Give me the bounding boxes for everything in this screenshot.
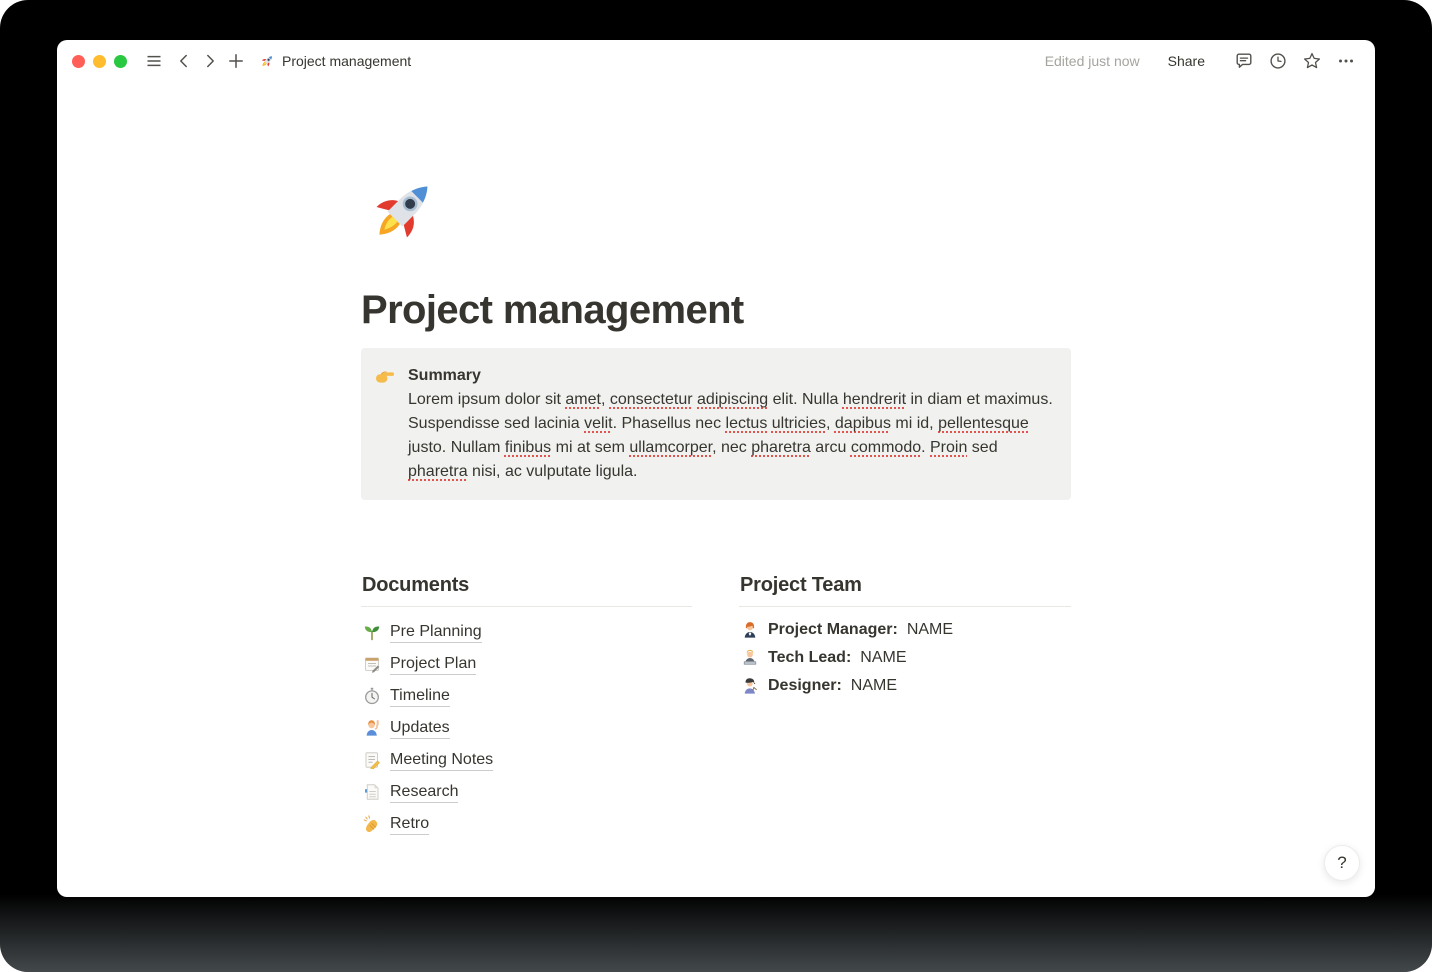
misspelled-word: velit: [584, 415, 612, 432]
misspelled-word: amet: [565, 391, 601, 408]
seedling-emoji: [363, 623, 381, 641]
misspelled-word: pellentesque: [938, 415, 1029, 432]
chevron-left-icon: [175, 52, 193, 70]
misspelled-word: dapibus: [835, 415, 891, 432]
document-link-updates[interactable]: Updates: [361, 712, 692, 744]
summary-callout[interactable]: Summary Lorem ipsum dolor sit amet, cons…: [361, 348, 1071, 500]
team-member-row: Designer: NAME: [739, 672, 1071, 700]
callout-paragraph: Lorem ipsum dolor sit amet, consectetur …: [408, 388, 1055, 484]
misspelled-word: adipiscing: [697, 391, 768, 408]
comment-icon: [1234, 51, 1254, 71]
breadcrumb[interactable]: Project management: [259, 53, 411, 69]
history-button[interactable]: [1265, 48, 1291, 74]
sidebar-menu-button[interactable]: [141, 48, 167, 74]
clapping-hands-emoji: [363, 815, 381, 833]
document-link-label: Meeting Notes: [390, 749, 493, 771]
rocket-emoji: [259, 53, 275, 69]
document-link-research[interactable]: Research: [361, 776, 692, 808]
columns: Documents Pre Planning Project Plan Timeli…: [361, 574, 1071, 840]
document-link-label: Research: [390, 781, 458, 803]
minimize-window-button[interactable]: [93, 55, 106, 68]
more-options-button[interactable]: [1333, 48, 1359, 74]
page-body: Project management Summary Lorem ipsum d…: [361, 82, 1071, 840]
woman-office-worker-emoji: [741, 621, 759, 639]
memo-emoji: [363, 751, 381, 769]
rocket-emoji[interactable]: [362, 170, 442, 250]
zoom-window-button[interactable]: [114, 55, 127, 68]
team-member-row: Project Manager: NAME: [739, 616, 1071, 644]
misspelled-word: ullamcorper: [629, 439, 712, 456]
misspelled-word: finibus: [505, 439, 551, 456]
misspelled-word: pharetra: [751, 439, 811, 456]
team-member-name: NAME: [851, 677, 897, 695]
document-link-timeline[interactable]: Timeline: [361, 680, 692, 712]
document-link-label: Pre Planning: [390, 621, 482, 643]
document-link-meeting-notes[interactable]: Meeting Notes: [361, 744, 692, 776]
misspelled-word: consectetur: [610, 391, 693, 408]
misspelled-word: pharetra: [408, 463, 468, 480]
team-member-name: NAME: [907, 621, 953, 639]
breadcrumb-title: Project management: [282, 53, 411, 69]
man-technologist-emoji: [741, 649, 759, 667]
misspelled-word: hendrerit: [843, 391, 906, 408]
team-member-name: NAME: [860, 649, 906, 667]
document-link-label: Timeline: [390, 685, 450, 707]
man-artist-emoji: [741, 677, 759, 695]
page-title[interactable]: Project management: [361, 286, 1071, 334]
help-button[interactable]: ?: [1324, 845, 1360, 881]
spiral-notepad-emoji: [363, 655, 381, 673]
document-link-label: Retro: [390, 813, 429, 835]
bookmark-tabs-emoji: [363, 783, 381, 801]
edited-status: Edited just now: [1045, 53, 1140, 69]
traffic-lights: [72, 55, 127, 68]
clock-icon: [1268, 51, 1288, 71]
document-link-label: Project Plan: [390, 653, 476, 675]
document-link-label: Updates: [390, 717, 450, 739]
team-member-role: Tech Lead:: [768, 649, 851, 667]
page-scroll-area[interactable]: Project management Summary Lorem ipsum d…: [57, 82, 1375, 897]
ellipsis-icon: [1336, 51, 1356, 71]
callout-title: Summary: [408, 364, 1055, 388]
woman-raising-hand-emoji: [363, 719, 381, 737]
divider: [739, 606, 1071, 607]
team-member-role: Designer:: [768, 677, 842, 695]
help-button-label: ?: [1337, 853, 1346, 873]
plus-icon: [227, 52, 245, 70]
team-column: Project Team Project Manager:NAMETech Le…: [739, 574, 1071, 840]
team-member-role: Project Manager:: [768, 621, 898, 639]
favorite-button[interactable]: [1299, 48, 1325, 74]
back-button[interactable]: [171, 48, 197, 74]
document-link-retro[interactable]: Retro: [361, 808, 692, 840]
star-icon: [1302, 51, 1322, 71]
divider: [361, 606, 692, 607]
team-member-row: Tech Lead: NAME: [739, 644, 1071, 672]
stopwatch-emoji: [363, 687, 381, 705]
misspelled-word: lectus: [726, 415, 768, 432]
comments-button[interactable]: [1231, 48, 1257, 74]
team-list: Project Manager:NAMETech Lead:NAMEDesign…: [739, 616, 1071, 700]
hamburger-icon: [145, 52, 163, 70]
share-button[interactable]: Share: [1162, 50, 1211, 72]
document-link-pre-planning[interactable]: Pre Planning: [361, 616, 692, 648]
documents-column: Documents Pre Planning Project Plan Timeli…: [361, 574, 692, 840]
misspelled-word: Proin: [930, 439, 967, 456]
document-link-project-plan[interactable]: Project Plan: [361, 648, 692, 680]
new-page-button[interactable]: [223, 48, 249, 74]
forward-button[interactable]: [197, 48, 223, 74]
team-heading: Project Team: [740, 574, 1071, 597]
point-right-emoji: [374, 365, 398, 389]
misspelled-word: commodo: [851, 439, 921, 456]
documents-heading: Documents: [362, 574, 692, 597]
documents-list: Pre Planning Project Plan Timeline Updates M…: [361, 616, 692, 840]
chevron-right-icon: [201, 52, 219, 70]
toolbar: Project management Edited just now Share: [57, 40, 1375, 82]
app-window: Project management Edited just now Share: [57, 40, 1375, 897]
misspelled-word: ultricies: [772, 415, 826, 432]
close-window-button[interactable]: [72, 55, 85, 68]
desktop-background: Project management Edited just now Share: [0, 0, 1432, 972]
